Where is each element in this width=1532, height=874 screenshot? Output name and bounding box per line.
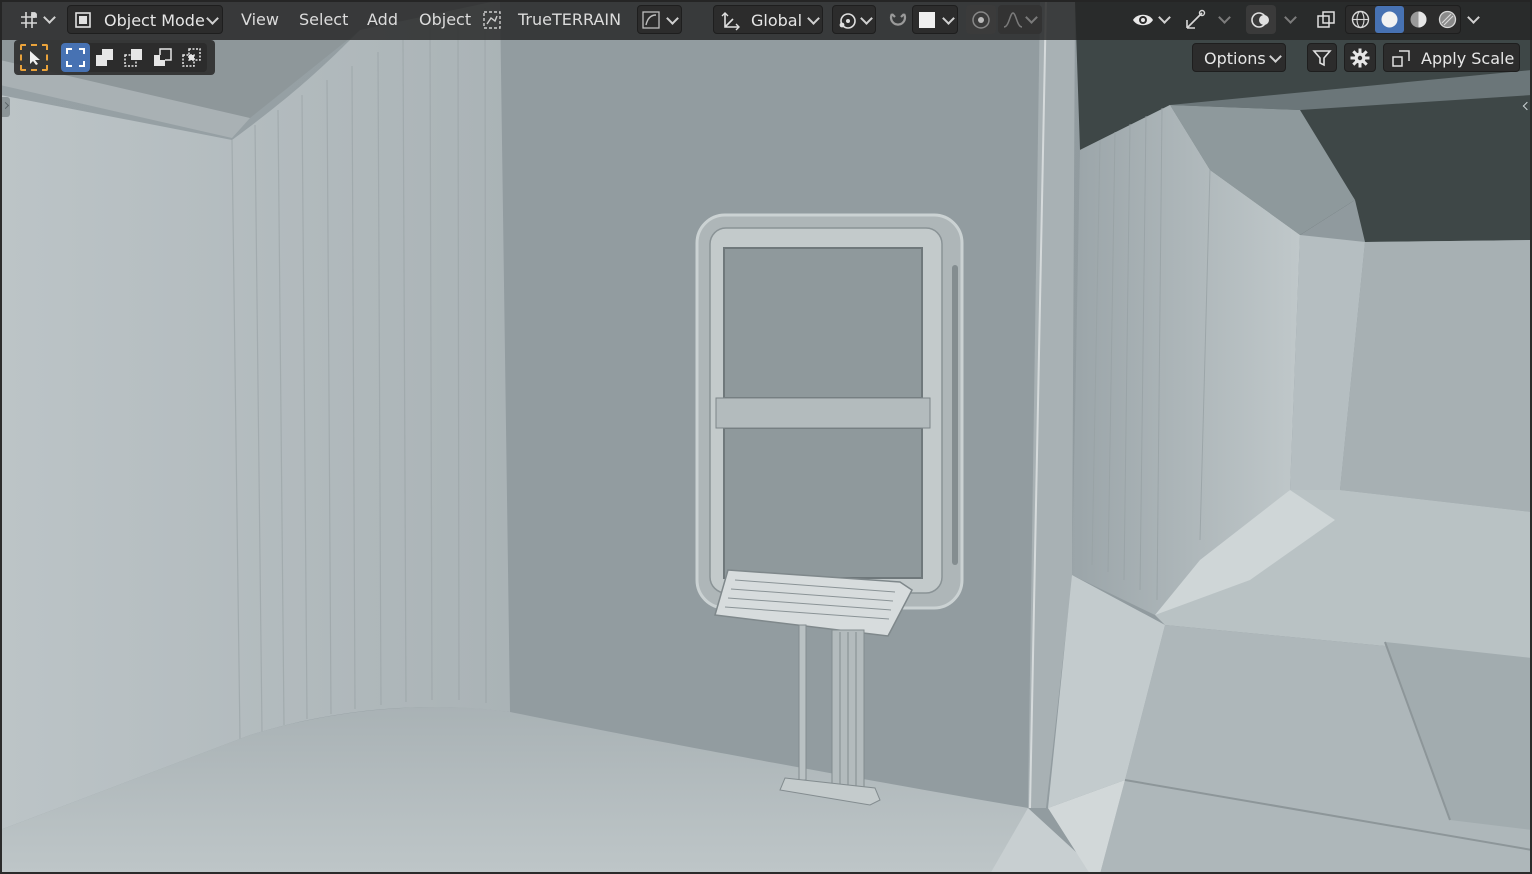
toolbar-expand-toggle[interactable] — [1, 97, 10, 117]
proportional-edit-toggle[interactable] — [966, 5, 996, 34]
menu-object[interactable]: Object — [419, 5, 471, 34]
shading-mode-group — [1345, 5, 1461, 34]
sidebar-expand-toggle[interactable] — [1521, 97, 1532, 117]
mode-dropdown[interactable]: Object Mode — [67, 5, 223, 34]
snap-target-dropdown[interactable] — [912, 5, 958, 34]
chevron-down-icon — [1025, 11, 1038, 24]
chevron-down-icon — [807, 12, 820, 25]
select-mode-subtract-button[interactable] — [119, 43, 148, 72]
overlay-icon — [1251, 12, 1269, 28]
options-label: Options — [1204, 49, 1266, 68]
overlays-toggle[interactable] — [1246, 5, 1276, 34]
select-intersect-icon — [182, 48, 201, 67]
gizmo-icon — [1186, 9, 1206, 29]
chevron-down-icon — [206, 12, 219, 25]
rendered-sphere-icon — [1438, 10, 1457, 29]
3d-viewport[interactable]: Object Mode View Select Add Object TrueT… — [0, 0, 1532, 874]
terrain-addon-icon[interactable] — [482, 10, 502, 30]
shading-solid-button[interactable] — [1375, 6, 1404, 33]
select-mode-new-button[interactable] — [61, 43, 90, 72]
chevron-down-icon — [942, 12, 955, 25]
viewport-header: Object Mode View Select Add Object TrueT… — [0, 0, 1532, 40]
select-extend-icon — [96, 49, 113, 66]
shading-chevron-down-icon[interactable] — [1467, 11, 1480, 24]
falloff-dropdown[interactable] — [998, 5, 1042, 34]
scene-render — [0, 0, 1532, 874]
xray-icon — [1317, 11, 1335, 28]
visibility-dropdown[interactable] — [1128, 5, 1174, 34]
proportional-edit-icon — [972, 11, 990, 29]
curve-icon — [642, 11, 660, 29]
select-subtract-icon — [124, 49, 142, 67]
select-invert-icon — [154, 48, 172, 66]
magnet-icon[interactable] — [886, 8, 910, 32]
eye-icon — [1133, 14, 1153, 26]
apply-scale-label: Apply Scale — [1421, 49, 1515, 68]
active-tool-button[interactable] — [20, 44, 48, 71]
chevron-down-icon — [1269, 50, 1282, 63]
wireframe-sphere-icon — [1351, 10, 1370, 29]
falloff-curve-icon — [1003, 12, 1023, 28]
chevron-down-icon — [860, 12, 873, 25]
xray-toggle[interactable] — [1311, 5, 1341, 34]
select-cursor-icon — [30, 51, 40, 65]
select-mode-invert-button[interactable] — [148, 43, 177, 72]
shading-wireframe-button[interactable] — [1346, 6, 1375, 33]
scale-icon — [1392, 50, 1410, 67]
selection-mode-group — [61, 43, 207, 72]
settings-button[interactable] — [1344, 43, 1376, 72]
gear-icon — [1350, 48, 1370, 68]
chevron-left-icon — [1522, 101, 1532, 111]
select-mode-intersect-button[interactable] — [177, 43, 206, 72]
chevron-right-icon — [1, 101, 10, 110]
object-mode-icon — [75, 12, 91, 28]
truetterrain-menu[interactable]: TrueTERRAIN — [518, 5, 621, 34]
overlays-chevron-down-icon[interactable] — [1284, 11, 1297, 24]
editor-type-button[interactable] — [14, 5, 60, 34]
pivot-point-dropdown[interactable] — [832, 5, 876, 34]
snap-increment-icon — [919, 12, 935, 28]
menu-view[interactable]: View — [241, 5, 279, 34]
material-sphere-icon — [1410, 11, 1427, 28]
axis-orientation-icon — [721, 12, 740, 31]
shading-rendered-button[interactable] — [1433, 6, 1462, 33]
mode-label: Object Mode — [104, 11, 205, 30]
chevron-down-icon — [1158, 11, 1171, 24]
orientation-dropdown[interactable]: Global — [713, 5, 823, 34]
select-new-icon — [66, 48, 85, 67]
gizmo-toggle[interactable] — [1180, 5, 1210, 34]
orientation-label: Global — [751, 11, 803, 30]
solid-sphere-icon — [1381, 11, 1398, 28]
menu-select[interactable]: Select — [299, 5, 348, 34]
filter-button[interactable] — [1307, 43, 1337, 72]
filter-icon — [1312, 50, 1332, 67]
chevron-down-icon — [43, 11, 56, 24]
pivot-icon — [839, 13, 856, 29]
chevron-down-icon — [666, 12, 679, 25]
apply-scale-button[interactable]: Apply Scale — [1383, 43, 1520, 72]
tool-settings-left — [14, 40, 215, 75]
shading-material-button[interactable] — [1404, 6, 1433, 33]
grid-axes-icon — [21, 12, 37, 28]
gizmo-chevron-down-icon[interactable] — [1218, 11, 1231, 24]
select-mode-extend-button[interactable] — [90, 43, 119, 72]
menu-add[interactable]: Add — [367, 5, 398, 34]
transform-affect-dropdown[interactable] — [637, 5, 682, 34]
options-dropdown[interactable]: Options — [1192, 43, 1286, 72]
